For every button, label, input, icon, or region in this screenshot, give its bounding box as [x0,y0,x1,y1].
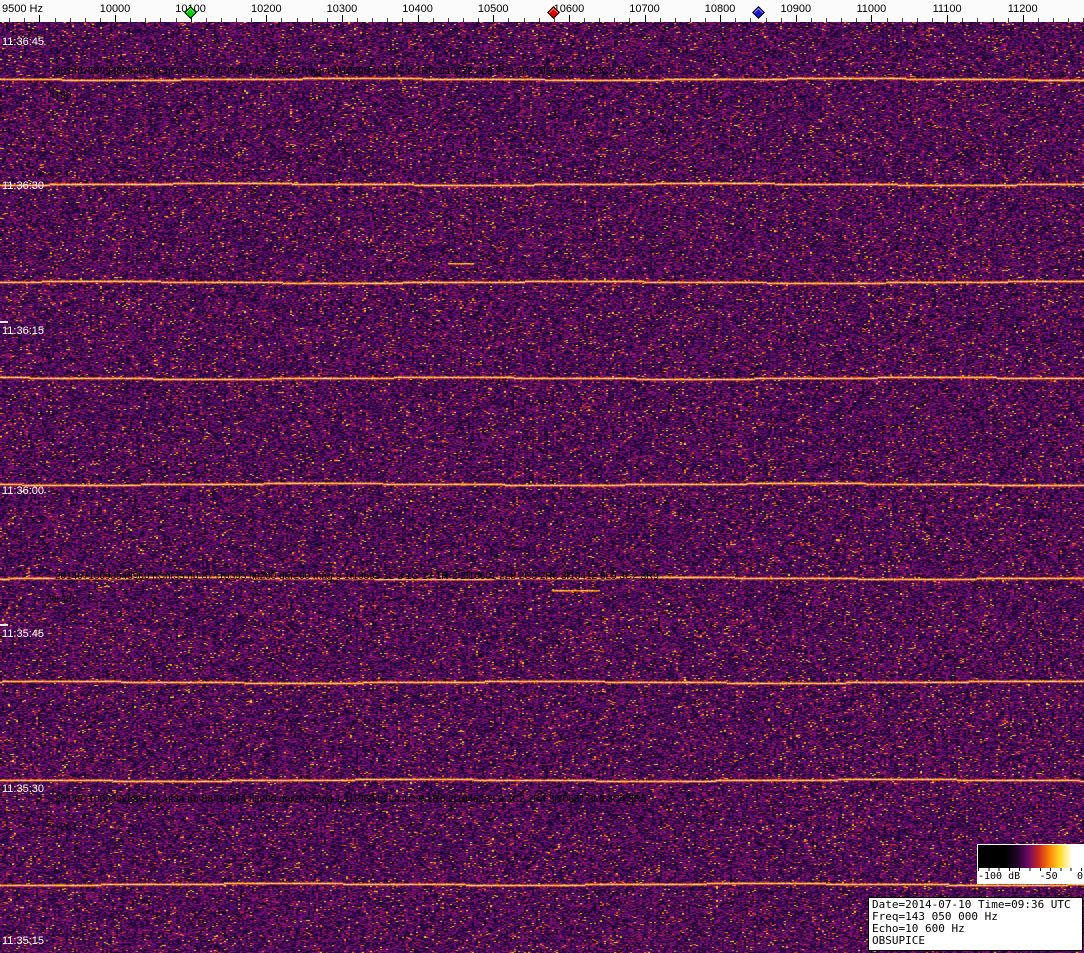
ruler-minor-tick [130,18,132,22]
ruler-minor-tick [54,18,56,22]
ruler-minor-tick [220,18,222,22]
ruler-minor-tick [24,18,26,22]
ruler-minor-tick [205,18,207,22]
meteor-spectrogram-screen: 9500 Hz 10000101001020010300104001050010… [0,0,1084,953]
ruler-freq-label: 10500 [477,3,509,15]
ruler-unit-label: 9500 Hz [2,3,43,15]
ruler-minor-tick [584,18,585,22]
ruler-minor-tick [932,18,933,22]
ruler-minor-tick [689,18,691,22]
ruler-minor-tick [856,18,858,22]
info-station-line: OBSUPICE [872,934,925,947]
ruler-minor-tick [810,18,812,22]
waterfall-spectrogram [0,22,1084,953]
ruler-minor-tick [387,18,389,22]
ruler-minor-tick [750,18,752,22]
ruler-freq-label: 10400 [402,3,433,15]
frequency-ruler: 9500 Hz 10000101001020010300104001050010… [0,0,1084,22]
ruler-freq-label: 11200 [1007,3,1038,15]
ruler-minor-tick [372,18,374,22]
ruler-minor-tick [523,18,525,22]
ruler-minor-tick [9,18,11,22]
ruler-major-tick [493,15,495,22]
ruler-minor-tick [402,18,404,22]
ruler-major-tick [1022,15,1024,22]
ruler-minor-tick [84,18,86,22]
ruler-major-tick [871,15,873,22]
ruler-minor-tick [478,18,480,22]
ruler-major-tick [644,15,646,22]
colorbar-min-label: -100 dB [978,871,1021,882]
colorbar-max-label: 0 [1076,871,1083,882]
ruler-minor-tick [1053,18,1054,22]
ruler-major-tick [341,15,343,22]
ruler-minor-tick [553,18,555,22]
ruler-major-tick [568,15,570,22]
ruler-minor-tick [977,18,979,22]
ruler-major-tick [795,15,797,22]
ruler-major-tick [947,15,949,22]
ruler-minor-tick [780,18,782,22]
ruler-minor-tick [99,18,101,22]
ruler-minor-tick [992,18,994,22]
ruler-minor-tick [765,18,767,22]
frequency-marker-blue-icon[interactable] [751,6,765,19]
ruler-minor-tick [447,18,449,22]
ruler-minor-tick [1007,18,1009,22]
ruler-minor-tick [674,18,676,22]
ruler-minor-tick [160,18,162,22]
ruler-freq-label: 10200 [251,3,282,15]
ruler-minor-tick [705,18,706,22]
ruler-minor-tick [916,18,918,22]
ruler-minor-tick [236,18,237,22]
ruler-minor-tick [251,18,253,22]
colorbar-mid-label: -50 [1039,871,1058,882]
ruler-freq-label: 10700 [629,3,660,15]
ruler-minor-tick [1068,18,1070,22]
station-info-box: Date=2014-07-10 Time=09:36 UTC Freq=143 … [868,897,1083,951]
ruler-major-tick [39,15,41,22]
ruler-minor-tick [326,18,328,22]
ruler-minor-tick [432,18,434,22]
ruler-freq-label: 11100 [932,3,962,15]
ruler-minor-tick [175,18,177,22]
ruler-minor-tick [1037,18,1039,22]
ruler-freq-label: 10900 [780,3,812,15]
intensity-colorbar: -100 dB -50 0 [977,844,1084,884]
ruler-minor-tick [599,18,601,22]
ruler-major-tick [115,15,116,22]
ruler-freq-label: 11000 [856,3,887,15]
ruler-minor-tick [614,18,616,22]
ruler-minor-tick [69,18,71,22]
colorbar-gradient [978,845,1083,868]
ruler-minor-tick [463,18,464,22]
ruler-minor-tick [629,18,631,22]
ruler-minor-tick [357,18,358,22]
ruler-freq-label: 10800 [704,3,736,15]
ruler-minor-tick [508,18,510,22]
ruler-minor-tick [281,18,283,22]
ruler-minor-tick [538,18,540,22]
ruler-minor-tick [145,18,147,22]
colorbar-labels: -100 dB -50 0 [978,871,1083,883]
ruler-minor-tick [886,18,888,22]
ruler-freq-label: 10000 [99,3,131,15]
ruler-minor-tick [659,18,661,22]
ruler-minor-tick [962,18,964,22]
ruler-major-tick [720,15,722,22]
ruler-minor-tick [296,18,298,22]
ruler-major-tick [417,15,419,22]
ruler-minor-tick [826,18,827,22]
ruler-freq-label: 10300 [326,3,358,15]
ruler-minor-tick [311,18,313,22]
ruler-major-tick [266,15,268,22]
ruler-minor-tick [841,18,843,22]
ruler-minor-tick [735,18,737,22]
ruler-minor-tick [901,18,903,22]
